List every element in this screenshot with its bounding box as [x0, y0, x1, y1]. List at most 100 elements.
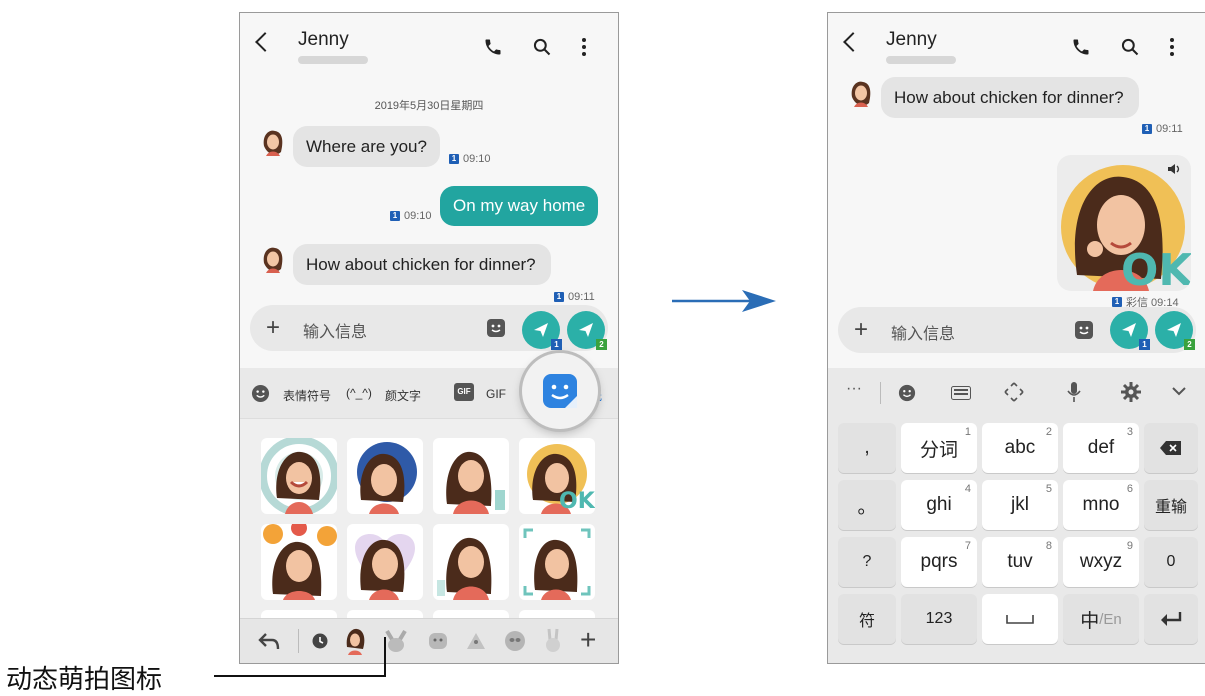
message-meta: 1 09:10	[390, 210, 432, 222]
key-enter[interactable]	[1144, 594, 1198, 644]
sticker-thumbnail[interactable]	[433, 438, 509, 514]
key-number-hint: 4	[964, 483, 971, 495]
phone-icon[interactable]	[483, 37, 503, 57]
back-arrow-icon[interactable]	[258, 631, 280, 651]
kaomoji-icon[interactable]: (^_^)	[346, 386, 372, 400]
contact-avatar[interactable]	[260, 245, 286, 275]
key-space[interactable]	[982, 594, 1058, 644]
ar-emoji-pack-icon[interactable]	[344, 627, 366, 655]
key-question[interactable]: ?	[838, 537, 896, 587]
more-options-icon[interactable]	[1168, 37, 1176, 57]
sim-badge: 1	[1112, 297, 1122, 307]
key-wxyz[interactable]: wxyz 9	[1063, 537, 1139, 587]
message-bubble-incoming[interactable]: How about chicken for dinner?	[293, 244, 551, 285]
sticker-icon[interactable]	[486, 318, 506, 338]
sticker-thumbnail[interactable]	[347, 524, 423, 600]
phone-icon[interactable]	[1071, 37, 1091, 57]
animal-pack-icon[interactable]	[426, 629, 450, 653]
key-tuv[interactable]: tuv 8	[982, 537, 1058, 587]
sim2-tag: 2	[596, 339, 607, 350]
search-icon[interactable]	[1120, 37, 1140, 57]
send-sim2-button[interactable]: 2	[1155, 311, 1195, 350]
key-jkl[interactable]: jkl 5	[982, 480, 1058, 530]
message-input[interactable]: 输入信息	[891, 320, 955, 344]
emoji-icon[interactable]	[251, 384, 270, 403]
gif-icon[interactable]: GIF	[454, 383, 474, 401]
send-sim1-button[interactable]: 1	[522, 311, 562, 350]
sound-icon[interactable]	[1167, 163, 1181, 175]
contact-avatar[interactable]	[848, 79, 874, 109]
send-sim2-button[interactable]: 2	[567, 311, 607, 350]
keyboard-layout-icon[interactable]	[951, 386, 971, 400]
emoji-icon[interactable]	[898, 384, 916, 402]
bunny-pack-icon[interactable]	[542, 628, 564, 654]
key-ghi[interactable]: ghi 4	[901, 480, 977, 530]
backspace-icon	[1160, 441, 1181, 455]
message-time: 09:11	[568, 291, 595, 303]
key-pqrs[interactable]: pqrs 7	[901, 537, 977, 587]
key-label: ghi	[926, 494, 952, 515]
back-icon[interactable]	[843, 32, 863, 52]
date-divider: 2019年5月30日星期四	[374, 100, 484, 112]
sim-badge: 1	[554, 292, 564, 302]
key-backspace[interactable]	[1144, 423, 1198, 473]
more-options-icon[interactable]	[580, 37, 588, 57]
microphone-icon[interactable]	[1067, 381, 1081, 403]
key-segment[interactable]: 分词 1	[901, 423, 977, 473]
key-number-hint: 2	[1045, 426, 1052, 438]
back-icon[interactable]	[255, 32, 275, 52]
key-language-toggle[interactable]: 中/En	[1063, 594, 1139, 644]
more-tools-icon[interactable]: ···	[846, 380, 862, 398]
tab-kaomoji[interactable]: 颜文字	[385, 387, 421, 404]
key-symbols[interactable]: 符	[838, 594, 896, 644]
contact-name: Jenny	[298, 29, 349, 50]
add-pack-plus-icon[interactable]: +	[580, 625, 596, 655]
key-mno[interactable]: mno 6	[1063, 480, 1139, 530]
annotation-leader-line	[214, 675, 386, 677]
cursor-move-icon[interactable]	[1004, 382, 1024, 402]
key-comma[interactable]: ,	[838, 423, 896, 473]
sticker-thumbnail[interactable]	[519, 524, 595, 600]
bird-pack-icon[interactable]	[464, 629, 488, 653]
contact-number-blurred	[298, 56, 368, 64]
send-sim1-button[interactable]: 1	[1110, 311, 1150, 350]
recent-clock-icon[interactable]	[312, 633, 328, 649]
send-icon	[1167, 323, 1181, 337]
message-meta: 1 09:11	[1142, 123, 1183, 135]
sticker-tab-highlight[interactable]	[522, 353, 598, 429]
annotation-leader-line	[384, 637, 386, 676]
sticker-thumbnail[interactable]: OK	[519, 438, 595, 514]
sim1-tag: 1	[551, 339, 562, 350]
sticker-tab-icon[interactable]	[542, 373, 578, 409]
message-bubble-incoming[interactable]: How about chicken for dinner?	[881, 77, 1139, 118]
sticker-icon[interactable]	[1074, 320, 1094, 340]
conversation-header: Jenny	[240, 13, 618, 73]
sloth-pack-icon[interactable]	[503, 629, 527, 653]
sticker-thumbnail[interactable]	[261, 524, 337, 600]
key-period[interactable]: 。	[838, 480, 896, 530]
tab-emoji[interactable]: 表情符号	[283, 387, 331, 404]
key-reenter[interactable]: 重输	[1144, 480, 1198, 530]
search-icon[interactable]	[532, 37, 552, 57]
key-numbers[interactable]: 123	[901, 594, 977, 644]
attach-plus-icon[interactable]: +	[266, 316, 280, 340]
chevron-down-icon[interactable]	[1172, 386, 1186, 396]
key-def[interactable]: def 3	[1063, 423, 1139, 473]
sent-animated-sticker[interactable]: OK	[1057, 155, 1191, 291]
key-label-cn: 中	[1080, 610, 1100, 632]
message-meta: 1 09:11	[554, 291, 595, 303]
tab-gif[interactable]: GIF	[486, 387, 506, 401]
key-zero[interactable]: 0	[1144, 537, 1198, 587]
attach-plus-icon[interactable]: +	[854, 318, 868, 342]
sticker-thumbnail[interactable]	[261, 438, 337, 514]
sticker-thumbnail[interactable]	[433, 524, 509, 600]
key-label: abc	[1004, 437, 1036, 458]
settings-gear-icon[interactable]	[1121, 382, 1141, 402]
contact-avatar[interactable]	[260, 128, 286, 158]
message-input[interactable]: 输入信息	[303, 318, 367, 342]
rabbit-pack-icon[interactable]	[384, 629, 408, 653]
sticker-thumbnail[interactable]	[347, 438, 423, 514]
message-bubble-outgoing[interactable]: On my way home	[440, 186, 599, 226]
message-bubble-incoming[interactable]: Where are you?	[293, 126, 440, 167]
key-abc[interactable]: abc 2	[982, 423, 1058, 473]
